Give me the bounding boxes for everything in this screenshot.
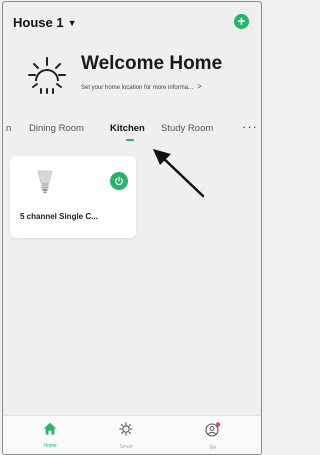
tab-active-indicator bbox=[126, 139, 134, 141]
more-icon[interactable]: ··· bbox=[242, 119, 258, 134]
home-selector[interactable]: House 1 ▼ bbox=[13, 15, 77, 30]
sun-icon bbox=[28, 57, 66, 94]
add-icon[interactable]: + bbox=[234, 14, 249, 29]
welcome-title: Welcome Home bbox=[81, 53, 223, 74]
chevron-down-icon: ▼ bbox=[67, 17, 77, 28]
power-icon bbox=[115, 176, 123, 185]
tab-study-room[interactable]: Study Room bbox=[161, 123, 213, 134]
nav-smart-label: Smart bbox=[119, 444, 133, 450]
profile-icon bbox=[205, 422, 221, 437]
chevron-right-icon: > bbox=[197, 82, 202, 91]
welcome-subtitle-text: Set your home location for more informa.… bbox=[81, 85, 194, 91]
room-tabs: n Dining Room Kitchen Study Room ··· bbox=[3, 119, 261, 143]
tab-kitchen[interactable]: Kitchen bbox=[110, 123, 145, 134]
bottom-nav: Home Smart Me bbox=[3, 415, 261, 454]
pointer-arrow-icon bbox=[153, 149, 205, 198]
welcome-subtitle: Set your home location for more informa.… bbox=[81, 82, 222, 91]
nav-me-label: Me bbox=[209, 445, 217, 451]
nav-smart[interactable]: Smart bbox=[106, 422, 146, 450]
bulb-icon bbox=[37, 170, 53, 193]
device-card[interactable]: 5 channel Single C... bbox=[10, 156, 136, 238]
nav-home-label: Home bbox=[43, 443, 57, 449]
notification-badge bbox=[215, 422, 221, 427]
power-button[interactable] bbox=[110, 172, 128, 190]
tab-partial[interactable]: n bbox=[6, 123, 11, 134]
app-screen: House 1 ▼ + Welcome Home Set your home l… bbox=[2, 1, 262, 455]
tab-dining-room[interactable]: Dining Room bbox=[29, 123, 84, 134]
home-icon bbox=[43, 422, 57, 435]
welcome-banner[interactable]: Welcome Home Set your home location for … bbox=[27, 53, 222, 95]
smart-icon bbox=[119, 422, 133, 436]
home-name: House 1 bbox=[13, 15, 64, 30]
nav-home[interactable]: Home bbox=[30, 422, 70, 449]
device-name: 5 channel Single C... bbox=[20, 212, 98, 221]
nav-me[interactable]: Me bbox=[193, 422, 233, 451]
